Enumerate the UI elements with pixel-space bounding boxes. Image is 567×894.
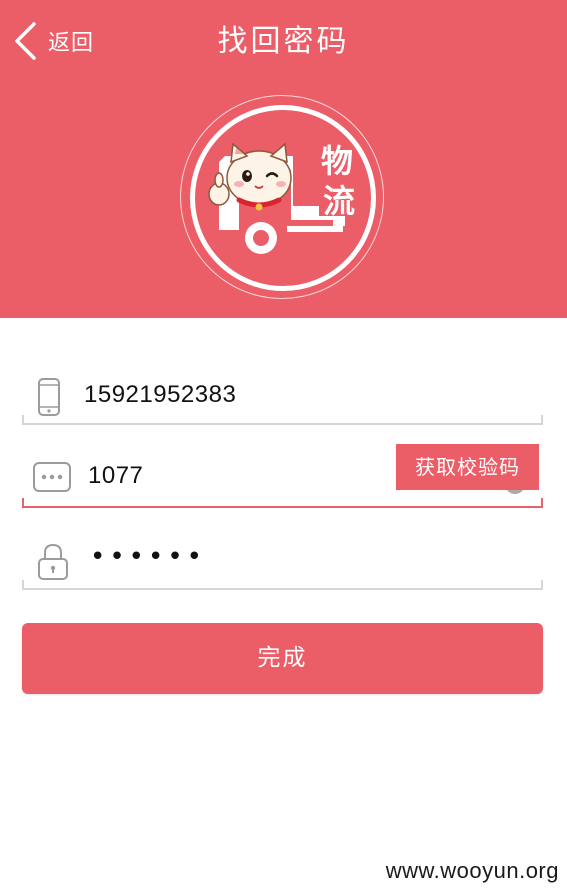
app-logo: 物 流 [180, 95, 384, 299]
phone-icon [38, 378, 60, 416]
logo-badge: 物 流 [190, 105, 376, 291]
phone-field[interactable]: 15921952383 [22, 375, 543, 425]
code-input[interactable]: 1077 [88, 462, 143, 490]
message-code-icon [33, 462, 71, 492]
logo-char-1: 物 [320, 142, 353, 180]
lock-icon [38, 543, 68, 580]
logo-char-2: 流 [322, 182, 355, 220]
password-input[interactable]: •••••• [90, 542, 206, 572]
phone-input[interactable]: 15921952383 [84, 381, 236, 409]
submit-button[interactable]: 完成 [22, 623, 543, 694]
watermark-text: www.wooyun.org [385, 858, 559, 883]
password-underline [22, 580, 543, 590]
header-bar: 返回 找回密码 物 流 [0, 0, 567, 318]
get-code-button[interactable]: 获取校验码 [396, 444, 539, 490]
code-underline [22, 498, 543, 508]
page-title: 找回密码 [217, 24, 350, 59]
phone-underline [22, 415, 543, 425]
password-field[interactable]: •••••• [22, 540, 543, 590]
